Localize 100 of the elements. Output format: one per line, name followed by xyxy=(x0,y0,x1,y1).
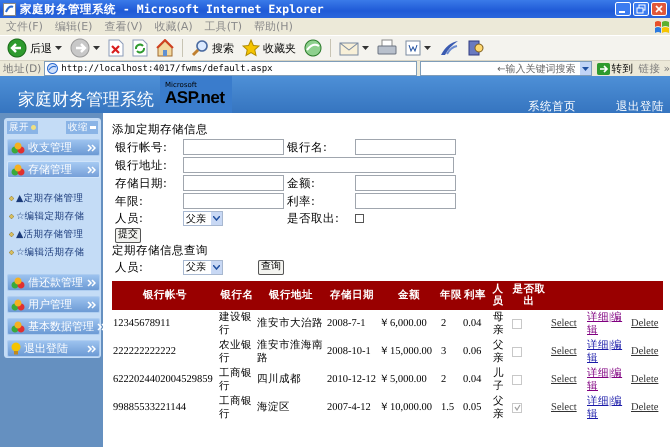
field-label: 金额: xyxy=(287,176,316,190)
submenu-link[interactable]: ▲活期存储管理 xyxy=(16,228,84,241)
chevron-icon xyxy=(87,144,96,152)
table-cell: 99885533221144 xyxy=(113,402,186,413)
address-field[interactable]: http://localhost:4017/fwms/default.aspx xyxy=(44,61,417,76)
table-cell: 222222222222 xyxy=(113,346,176,357)
person-select[interactable]: 父亲 xyxy=(183,260,223,274)
bulb-icon xyxy=(11,342,21,355)
table-cell: 海淀区 xyxy=(257,402,290,413)
more-chevron[interactable]: » xyxy=(664,62,670,74)
forward-icon xyxy=(70,38,90,58)
dot-icon xyxy=(31,125,36,130)
nav-link[interactable]: 系统首页 xyxy=(528,99,576,114)
table-cell: ￥6,000.00 xyxy=(379,318,427,329)
search-icon xyxy=(191,39,209,57)
text-field[interactable] xyxy=(183,139,284,155)
chevron-icon xyxy=(87,300,96,308)
field-label: 存储日期: xyxy=(115,176,168,190)
home-icon xyxy=(156,39,174,57)
page-icon xyxy=(47,63,58,74)
browser-icon xyxy=(3,2,16,16)
field-label: 年限: xyxy=(115,194,144,208)
delete-link[interactable]: Delete xyxy=(631,373,663,386)
restore-button[interactable] xyxy=(633,2,649,16)
minimize-button[interactable] xyxy=(615,2,631,16)
delete-link[interactable]: Delete xyxy=(631,345,663,358)
chevron-icon xyxy=(87,166,96,174)
toolbar-button[interactable]: 收藏夹 xyxy=(239,37,299,59)
column-header: 银行帐号 xyxy=(143,289,187,301)
table-cell: 2007-4-12 xyxy=(327,402,371,413)
table-cell: 6222024402004529859 xyxy=(113,374,213,385)
window-title: 家庭财务管理系统 - Microsoft Internet Explorer xyxy=(20,2,325,16)
table-cell: 3 xyxy=(441,346,446,357)
select-link[interactable]: Select xyxy=(551,401,586,414)
select-link[interactable]: Select xyxy=(551,317,586,330)
balls-icon xyxy=(11,164,25,176)
field-label: 银行帐号: xyxy=(115,140,168,154)
table-cell: 2008-7-1 xyxy=(327,318,366,329)
submit-button[interactable]: 提交 xyxy=(115,228,141,242)
withdrawn-checkbox[interactable] xyxy=(355,214,364,223)
go-arrow-icon xyxy=(596,62,610,74)
person-select[interactable]: 父亲 xyxy=(183,211,223,226)
table-cell: 0.04 xyxy=(463,318,482,329)
delete-link[interactable]: Delete xyxy=(631,401,663,414)
text-field[interactable] xyxy=(183,193,284,209)
chevron-icon xyxy=(87,344,96,352)
caret-icon xyxy=(362,46,369,50)
text-field[interactable] xyxy=(183,175,284,191)
search-field[interactable]: ←输入关键词搜索 xyxy=(420,61,592,76)
column-header: 人员 xyxy=(492,283,504,307)
caret-icon xyxy=(93,46,100,50)
select-link[interactable]: Select xyxy=(551,345,586,358)
section-title: 定期存储信息查询 xyxy=(112,242,209,258)
column-header: 银行地址 xyxy=(269,289,313,301)
go-button[interactable]: 转到 xyxy=(594,62,636,76)
envelope-icon xyxy=(339,40,359,56)
toolbar-button[interactable]: 后退 xyxy=(4,37,65,59)
table-cell: 0.06 xyxy=(463,346,482,357)
edit-link[interactable]: 详细|编辑 xyxy=(587,310,630,336)
caret-icon xyxy=(582,66,589,70)
submenu-link[interactable]: ▲定期存储管理 xyxy=(16,192,84,205)
table-cell: 0.05 xyxy=(463,402,482,413)
table-cell: 1.5 xyxy=(441,402,454,413)
delete-link[interactable]: Delete xyxy=(631,317,663,330)
section-title: 添加定期存储信息 xyxy=(112,122,209,137)
table-cell: 工商银行 xyxy=(219,368,252,392)
diamond-icon xyxy=(9,214,14,219)
text-field[interactable] xyxy=(183,157,454,173)
table-cell: 0.04 xyxy=(463,374,482,385)
table-cell: 淮安市淮海南路 xyxy=(257,340,323,364)
swoosh-icon xyxy=(439,39,459,57)
text-field[interactable] xyxy=(355,139,456,155)
back-icon xyxy=(7,38,27,58)
edit-link[interactable]: 详细|编辑 xyxy=(587,394,630,420)
table-cell: 母亲 xyxy=(493,312,504,336)
toolbar-button[interactable]: 搜索 xyxy=(188,37,237,59)
field-label: 利率: xyxy=(287,194,316,208)
submenu-link[interactable]: ☆编辑活期存储 xyxy=(16,246,85,259)
field-label: 是否取出: xyxy=(287,211,340,226)
address-label: 地址(D) xyxy=(3,62,42,76)
table-cell: ￥15,000.00 xyxy=(379,346,432,357)
edit-link[interactable]: 详细|编辑 xyxy=(587,338,630,364)
diamond-icon xyxy=(9,250,14,255)
submenu-link[interactable]: ☆编辑定期存储 xyxy=(16,210,85,223)
text-field[interactable] xyxy=(355,175,456,191)
select-link[interactable]: Select xyxy=(551,373,586,386)
table-cell: 2010-12-12 xyxy=(327,374,376,385)
table-cell: 农业银行 xyxy=(219,340,252,364)
app-title: 家庭财务管理系统 xyxy=(18,90,154,110)
field-label: 人员: xyxy=(115,211,144,226)
balls-icon xyxy=(11,320,25,332)
column-header: 是否取出 xyxy=(512,283,546,307)
text-field[interactable] xyxy=(355,193,456,209)
stop-icon xyxy=(108,39,124,57)
edit-link[interactable]: 详细|编辑 xyxy=(587,366,630,392)
query-button[interactable]: 查询 xyxy=(258,260,284,274)
table-cell: 2008-10-1 xyxy=(327,346,371,357)
links-label[interactable]: 链接 xyxy=(638,62,661,76)
nav-link[interactable]: 退出登陆 xyxy=(616,99,664,114)
close-button[interactable] xyxy=(651,2,667,16)
